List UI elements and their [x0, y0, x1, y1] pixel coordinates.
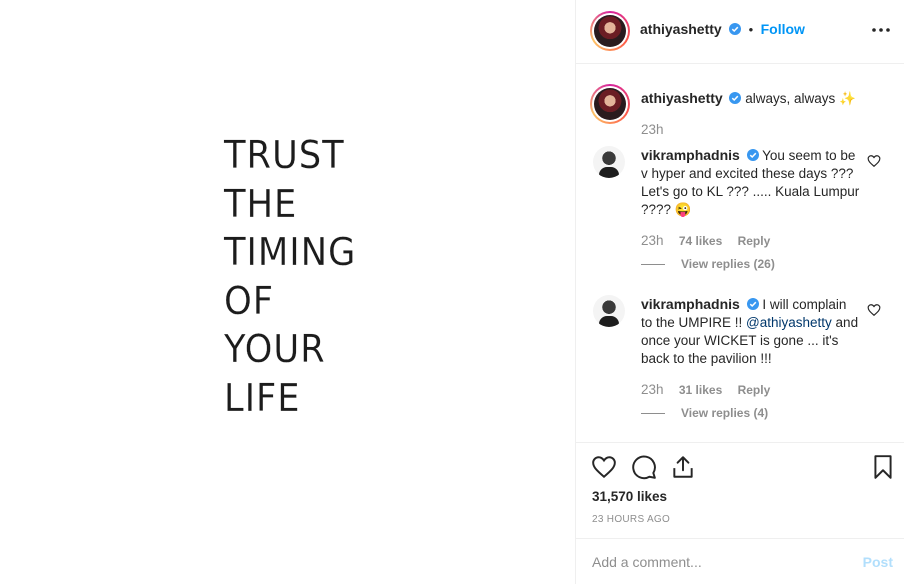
- comment-likes[interactable]: 74 likes: [679, 234, 722, 248]
- follow-button[interactable]: Follow: [761, 21, 805, 37]
- post-image[interactable]: TRUST THE TIMING OF YOUR LIFE: [0, 0, 575, 584]
- likes-count[interactable]: 31,570 likes: [592, 489, 667, 504]
- like-comment-heart-icon[interactable]: [867, 303, 881, 317]
- mention-link[interactable]: @athiyashetty: [746, 315, 832, 330]
- caption-avatar[interactable]: [590, 84, 630, 124]
- post-sidebar: athiyashetty • Follow athiyashetty alway…: [575, 0, 904, 584]
- caption-body: always, always: [745, 91, 836, 106]
- view-replies-button[interactable]: View replies (4): [641, 406, 768, 420]
- verified-badge-icon: [729, 92, 742, 104]
- quote-line: TIMING: [224, 230, 357, 274]
- header-user-line: athiyashetty • Follow: [640, 21, 805, 39]
- view-replies-label: View replies (26): [681, 257, 775, 271]
- comment-username[interactable]: vikramphadnis: [641, 296, 740, 312]
- share-icon[interactable]: [670, 454, 696, 480]
- separator-dot: •: [748, 22, 754, 37]
- author-avatar[interactable]: [590, 11, 630, 51]
- comment-icon[interactable]: [631, 454, 657, 480]
- caption-text: athiyashetty always, always ✨: [641, 89, 891, 108]
- replies-divider: [641, 413, 665, 415]
- commenter-avatar[interactable]: [593, 295, 625, 327]
- heart-icon[interactable]: [591, 454, 617, 480]
- comment-time[interactable]: 23h: [641, 233, 664, 248]
- comment-text: vikramphadnis I will complain to the UMP…: [641, 295, 861, 368]
- caption-meta: 23h: [641, 122, 664, 137]
- reply-button[interactable]: Reply: [738, 383, 771, 397]
- post-actions: 31,570 likes 23 HOURS AGO: [576, 442, 904, 538]
- bookmark-icon[interactable]: [870, 454, 896, 480]
- verified-badge-icon: [746, 149, 759, 161]
- comment-likes[interactable]: 31 likes: [679, 383, 722, 397]
- verified-badge-icon: [746, 298, 759, 310]
- comment-time[interactable]: 23h: [641, 382, 664, 397]
- comment-username[interactable]: vikramphadnis: [641, 147, 740, 163]
- quote-line: TRUST: [224, 133, 345, 177]
- quote-line: THE: [224, 181, 298, 226]
- reply-button[interactable]: Reply: [738, 234, 771, 248]
- quote-line: OF: [224, 278, 275, 323]
- comments-list[interactable]: athiyashetty always, always ✨ 23h vikram…: [576, 65, 904, 442]
- caption-username[interactable]: athiyashetty: [641, 90, 723, 106]
- view-replies-button[interactable]: View replies (26): [641, 257, 775, 271]
- sparkles-icon: ✨: [839, 91, 856, 106]
- comment-input[interactable]: [592, 552, 842, 572]
- more-horizontal-icon[interactable]: [871, 20, 891, 40]
- post-comment-button[interactable]: Post: [863, 554, 893, 570]
- quote-line: YOUR: [224, 327, 326, 371]
- post-header: athiyashetty • Follow: [576, 0, 904, 64]
- like-comment-heart-icon[interactable]: [867, 154, 881, 168]
- comment-text: vikramphadnis You seem to be v hyper and…: [641, 146, 861, 219]
- comment-meta: 23h 31 likes Reply: [641, 382, 770, 397]
- post-timestamp[interactable]: 23 HOURS AGO: [592, 514, 670, 525]
- comment-meta: 23h 74 likes Reply: [641, 233, 770, 248]
- add-comment-bar: Post: [576, 538, 904, 584]
- verified-badge-icon: [729, 23, 742, 35]
- commenter-avatar[interactable]: [593, 146, 625, 178]
- replies-divider: [641, 264, 665, 266]
- quote-line: LIFE: [224, 375, 301, 420]
- author-username[interactable]: athiyashetty: [640, 21, 722, 37]
- caption-time[interactable]: 23h: [641, 122, 664, 137]
- post-quote: TRUST THE TIMING OF YOUR LIFE: [224, 131, 366, 422]
- view-replies-label: View replies (4): [681, 406, 769, 420]
